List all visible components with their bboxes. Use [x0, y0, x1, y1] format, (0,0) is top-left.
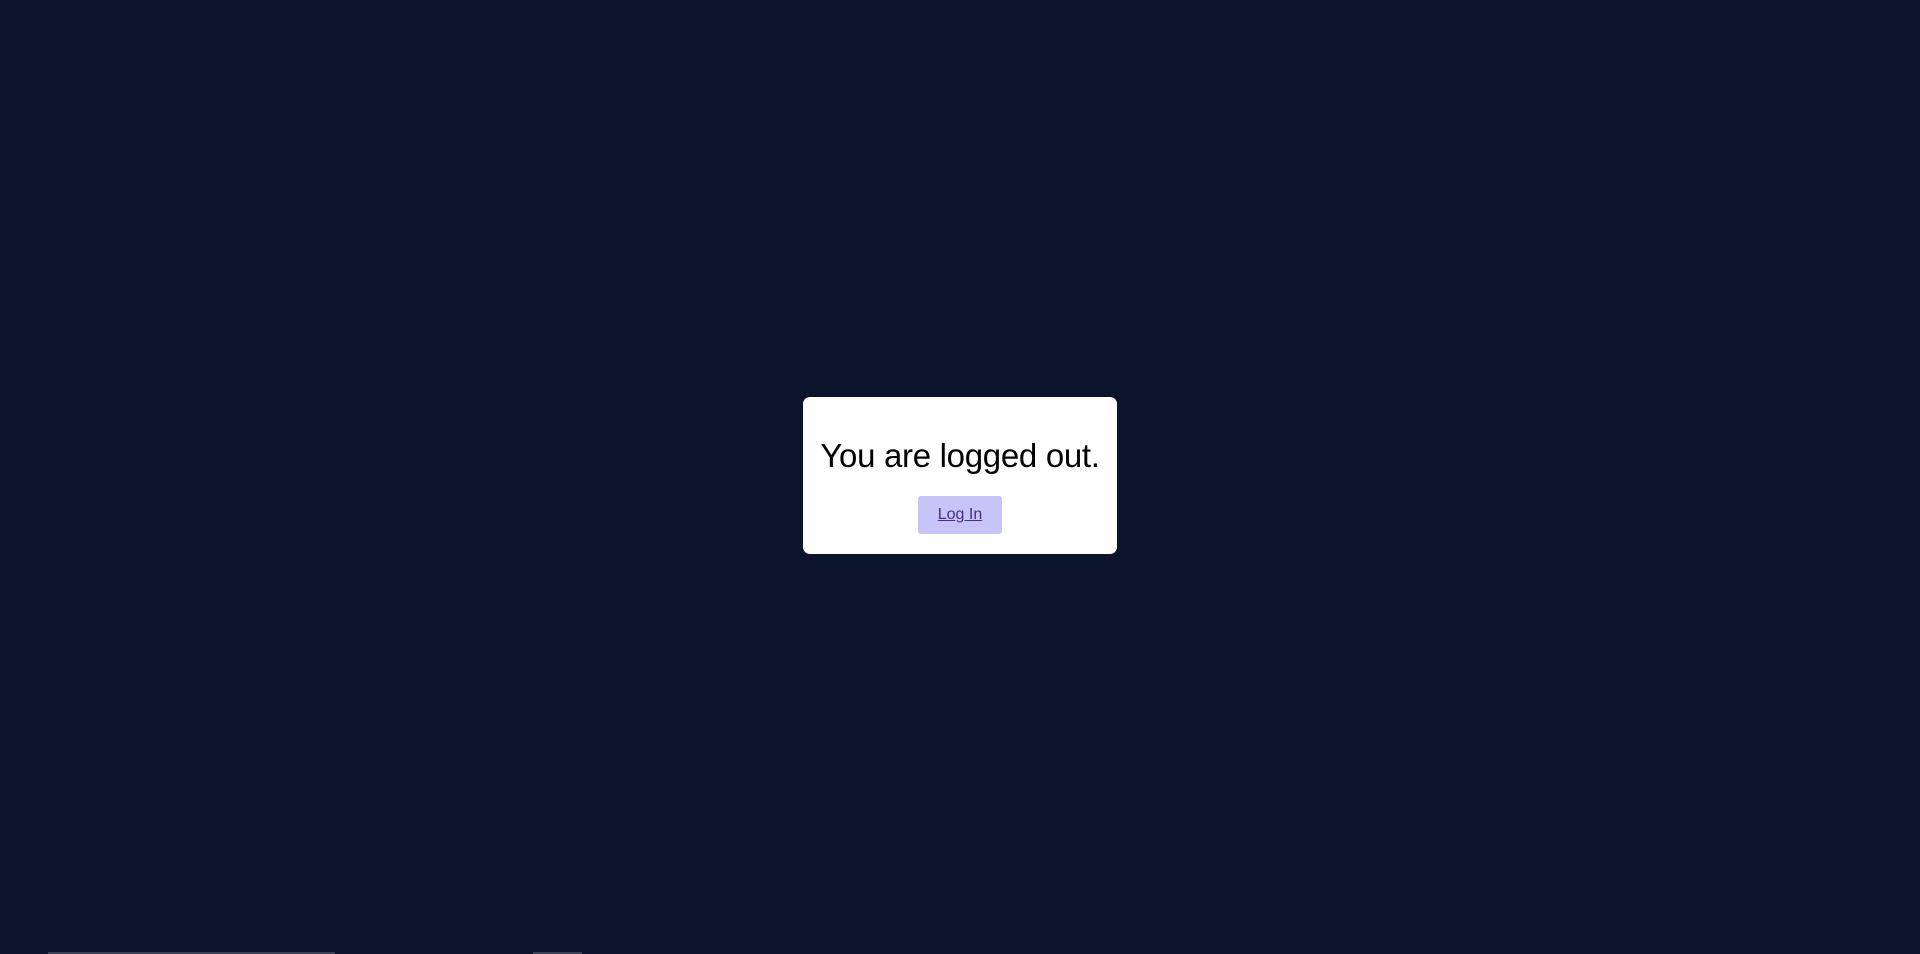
logged-out-message: You are logged out. — [820, 437, 1100, 474]
log-in-button[interactable]: Log In — [918, 496, 1002, 534]
logged-out-page: You are logged out. Log In — [0, 0, 1920, 954]
logged-out-card: You are logged out. Log In — [803, 397, 1117, 554]
